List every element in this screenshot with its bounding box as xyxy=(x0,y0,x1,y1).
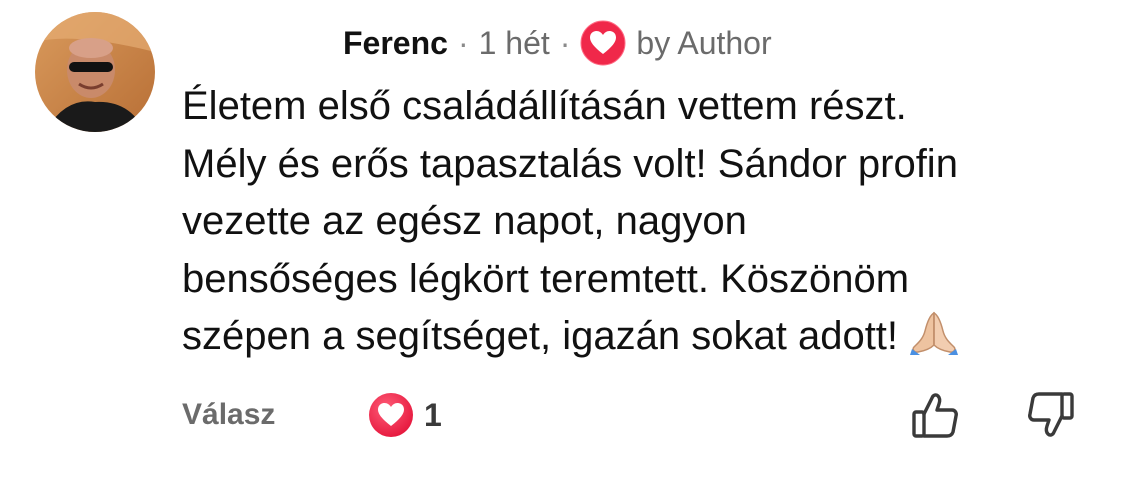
comment-line: Mély és erős tapasztalás volt! Sándor pr… xyxy=(182,141,958,186)
comment-header: Ferenc · 1 hét · by Author xyxy=(343,20,772,66)
thumbs-down-icon[interactable] xyxy=(1024,388,1078,442)
separator-dot: · xyxy=(559,25,571,61)
comment-text: Életem első családállításán vettem részt… xyxy=(182,78,1112,366)
timestamp: 1 hét xyxy=(478,25,550,61)
avatar[interactable] xyxy=(35,12,155,132)
comment-line-text: szépen a segítséget, igazán sokat adott! xyxy=(182,314,899,358)
author-name[interactable]: Ferenc xyxy=(343,20,448,66)
heart-icon xyxy=(368,392,414,438)
comment-line: vezette az egész napot, nagyon xyxy=(182,199,747,243)
comment-line-last: szépen a segítséget, igazán sokat adott! xyxy=(182,308,1112,366)
thumbs-up-icon[interactable] xyxy=(908,388,962,442)
author-badge-text: by Author xyxy=(636,25,772,61)
separator-dot: · xyxy=(457,25,469,61)
avatar-image xyxy=(35,12,155,132)
reaction-count: 1 xyxy=(424,397,442,433)
reaction-summary[interactable]: 1 xyxy=(368,392,442,438)
reply-button[interactable]: Válasz xyxy=(182,392,275,438)
comment-actions: Válasz 1 xyxy=(182,392,1082,438)
folded-hands-emoji xyxy=(908,309,960,355)
comment-line: bensőséges légkört teremtett. Köszönöm xyxy=(182,256,910,301)
heart-icon xyxy=(580,20,626,66)
comment-line: Életem első családállításán vettem részt… xyxy=(182,84,907,128)
